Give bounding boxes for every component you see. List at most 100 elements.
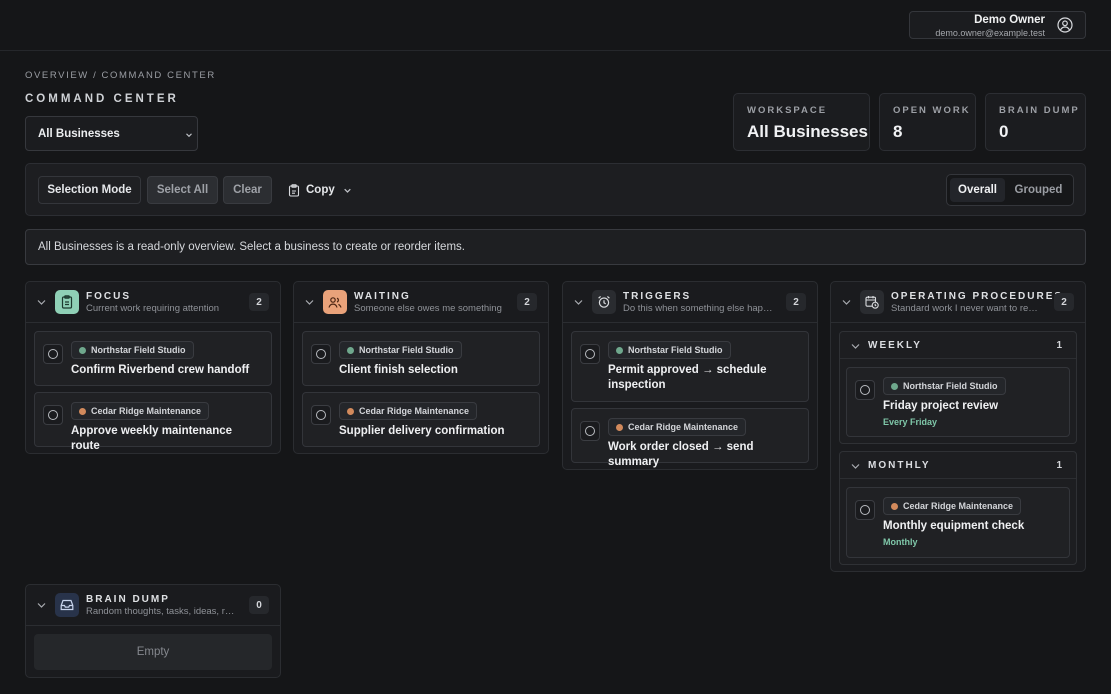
business-dot bbox=[891, 383, 898, 390]
business-dot bbox=[79, 347, 86, 354]
view-overall-tab[interactable]: Overall bbox=[950, 178, 1005, 202]
stat-value: 0 bbox=[999, 122, 1009, 141]
group-header[interactable]: MONTHLY 1 bbox=[840, 452, 1076, 479]
business-tag: Northstar Field Studio bbox=[71, 341, 194, 359]
select-checkbox[interactable] bbox=[311, 344, 331, 364]
column-header: FOCUS Current work requiring attention 2 bbox=[26, 282, 280, 323]
recurrence-label: Monthly bbox=[883, 537, 918, 547]
business-dot bbox=[891, 503, 898, 510]
task-card[interactable]: Northstar Field Studio Confirm Riverbend… bbox=[34, 331, 272, 386]
column-subtitle: Current work requiring attention bbox=[86, 303, 220, 314]
column-count: 2 bbox=[249, 293, 269, 311]
group-header[interactable]: WEEKLY 1 bbox=[840, 332, 1076, 359]
column-header: WAITING Someone else owes me something 2 bbox=[294, 282, 548, 323]
business-dot bbox=[616, 424, 623, 431]
chevron-down-icon bbox=[343, 188, 351, 193]
business-dot bbox=[347, 347, 354, 354]
business-name: Cedar Ridge Maintenance bbox=[359, 406, 470, 416]
group-label: WEEKLY bbox=[868, 340, 922, 351]
column-subtitle: Standard work I never want to re… bbox=[891, 303, 1038, 314]
task-title: Monthly equipment check bbox=[883, 520, 1025, 532]
task-title: Client finish selection bbox=[339, 364, 458, 376]
selection-mode-button[interactable]: Selection Mode bbox=[38, 176, 141, 204]
select-checkbox[interactable] bbox=[311, 405, 331, 425]
task-card[interactable]: Cedar Ridge Maintenance Work order close… bbox=[571, 408, 809, 468]
group-monthly: MONTHLY 1 Cedar Ridge Maintenance Monthl… bbox=[839, 451, 1077, 565]
stat-label: BRAIN DUMP bbox=[999, 105, 1080, 116]
view-grouped-tab[interactable]: Grouped bbox=[1007, 178, 1070, 202]
select-checkbox[interactable] bbox=[855, 380, 875, 400]
copy-label: Copy bbox=[306, 184, 335, 196]
chevron-down-icon[interactable] bbox=[574, 299, 583, 306]
clear-button[interactable]: Clear bbox=[223, 176, 272, 204]
task-title: Confirm Riverbend crew handoff bbox=[71, 364, 250, 376]
business-name: Cedar Ridge Maintenance bbox=[628, 422, 739, 432]
business-select-value: All Businesses bbox=[38, 128, 120, 140]
column-title: WAITING bbox=[354, 291, 411, 302]
inbox-icon bbox=[55, 593, 79, 617]
business-name: Cedar Ridge Maintenance bbox=[903, 501, 1014, 511]
select-checkbox[interactable] bbox=[580, 344, 600, 364]
task-card[interactable]: Northstar Field Studio Friday project re… bbox=[846, 367, 1070, 437]
stat-workspace: WORKSPACE All Businesses bbox=[733, 93, 870, 151]
column-header: OPERATING PROCEDURES Standard work I nev… bbox=[831, 282, 1085, 323]
chevron-down-icon[interactable] bbox=[37, 602, 46, 609]
business-tag: Northstar Field Studio bbox=[608, 341, 731, 359]
chevron-down-icon[interactable] bbox=[37, 299, 46, 306]
selection-toolbar: Selection Mode Select All Clear Copy Ove… bbox=[25, 163, 1086, 216]
column-subtitle: Do this when something else hap… bbox=[623, 303, 773, 314]
select-checkbox[interactable] bbox=[855, 500, 875, 520]
business-tag: Cedar Ridge Maintenance bbox=[71, 402, 210, 420]
business-dot bbox=[79, 408, 86, 415]
user-email: demo.owner@example.test bbox=[935, 28, 1045, 38]
task-card[interactable]: Cedar Ridge Maintenance Monthly equipmen… bbox=[846, 487, 1070, 558]
column-brain-dump: BRAIN DUMP Random thoughts, tasks, ideas… bbox=[25, 584, 281, 678]
business-tag: Northstar Field Studio bbox=[339, 341, 462, 359]
chevron-down-icon[interactable] bbox=[851, 343, 860, 350]
column-waiting: WAITING Someone else owes me something 2… bbox=[293, 281, 549, 454]
business-tag: Cedar Ridge Maintenance bbox=[883, 497, 1022, 515]
recurrence-label: Every Friday bbox=[883, 417, 938, 427]
task-card[interactable]: Northstar Field Studio Client finish sel… bbox=[302, 331, 540, 386]
group-count: 1 bbox=[1056, 340, 1062, 351]
column-count: 0 bbox=[249, 596, 269, 614]
copy-button[interactable]: Copy bbox=[288, 176, 366, 204]
column-header: BRAIN DUMP Random thoughts, tasks, ideas… bbox=[26, 585, 280, 626]
select-all-button[interactable]: Select All bbox=[147, 176, 218, 204]
task-title: Friday project review bbox=[883, 400, 999, 412]
business-name: Northstar Field Studio bbox=[903, 381, 998, 391]
task-card[interactable]: Cedar Ridge Maintenance Supplier deliver… bbox=[302, 392, 540, 447]
select-checkbox[interactable] bbox=[43, 344, 63, 364]
group-count: 1 bbox=[1056, 460, 1062, 471]
top-bar: Demo Owner demo.owner@example.test bbox=[0, 0, 1111, 51]
task-card[interactable]: Cedar Ridge Maintenance Approve weekly m… bbox=[34, 392, 272, 452]
task-card[interactable]: Northstar Field Studio Permit approved →… bbox=[571, 331, 809, 402]
select-checkbox[interactable] bbox=[580, 421, 600, 441]
page-title: COMMAND CENTER bbox=[25, 93, 179, 105]
business-name: Cedar Ridge Maintenance bbox=[91, 406, 202, 416]
column-operating-procedures: OPERATING PROCEDURES Standard work I nev… bbox=[830, 281, 1086, 572]
view-toggle: Overall Grouped bbox=[946, 174, 1074, 206]
user-name: Demo Owner bbox=[974, 14, 1045, 26]
column-subtitle: Random thoughts, tasks, ideas, r… bbox=[86, 606, 235, 617]
people-icon bbox=[323, 290, 347, 314]
column-count: 2 bbox=[517, 293, 537, 311]
group-weekly: WEEKLY 1 Northstar Field Studio Friday p… bbox=[839, 331, 1077, 444]
select-checkbox[interactable] bbox=[43, 405, 63, 425]
chevron-down-icon[interactable] bbox=[305, 299, 314, 306]
column-count: 2 bbox=[1054, 293, 1074, 311]
read-only-notice: All Businesses is a read-only overview. … bbox=[25, 229, 1086, 265]
user-menu[interactable]: Demo Owner demo.owner@example.test bbox=[909, 11, 1086, 39]
chevron-down-icon[interactable] bbox=[851, 463, 860, 470]
business-select[interactable]: All Businesses bbox=[25, 116, 198, 151]
business-tag: Northstar Field Studio bbox=[883, 377, 1006, 395]
column-title: BRAIN DUMP bbox=[86, 594, 170, 605]
calendar-clock-icon bbox=[860, 290, 884, 314]
empty-state: Empty bbox=[34, 634, 272, 670]
breadcrumb: OVERVIEW / COMMAND CENTER bbox=[25, 70, 216, 81]
business-tag: Cedar Ridge Maintenance bbox=[608, 418, 747, 436]
alarm-clock-icon bbox=[592, 290, 616, 314]
column-count: 2 bbox=[786, 293, 806, 311]
chevron-down-icon[interactable] bbox=[842, 299, 851, 306]
stat-value: All Businesses bbox=[747, 122, 868, 141]
